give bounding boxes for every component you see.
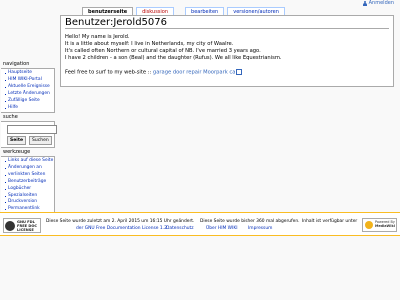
website-link[interactable]: garage door repair Moorpark ca [153, 70, 236, 76]
website-prefix: Feel free to surf to my web-site :: [65, 69, 152, 76]
nav-item-portal[interactable]: HIM WIKI-Portal [5, 77, 52, 84]
gfdl-badge-line: LICENSE [17, 227, 34, 232]
imprint-link[interactable]: Impressum [248, 226, 272, 231]
site-logo[interactable] [0, 0, 58, 58]
paragraph-line: It's called often Northern or cultural c… [65, 48, 261, 54]
main-content: Benutzer:Jerold5076 Hello! My name is Je… [60, 15, 394, 87]
website-line: Feel free to surf to my web-site :: gara… [65, 69, 389, 77]
search-input[interactable] [7, 125, 57, 134]
privacy-link[interactable]: Datenschutz [166, 226, 194, 231]
nav-item-current-events[interactable]: Aktuelle Ereignisse [5, 84, 52, 91]
navigation-heading: navigation [3, 61, 30, 67]
user-icon [362, 0, 367, 6]
gfdl-badge-line: GNU FDL [17, 219, 35, 224]
paragraph-line: I have 2 children - a son (Beal) and the… [65, 55, 282, 61]
tool-related-changes-cont[interactable]: verlinkten Seiten [5, 172, 52, 179]
nav-item-recent-changes[interactable]: Letzte Änderungen [5, 91, 52, 98]
navigation-portlet: navigation Hauptseite HIM WIKI-Portal Ak… [1, 61, 55, 114]
external-link-icon [236, 69, 243, 75]
paragraph-line: It is a little about myself: I live in N… [65, 41, 234, 47]
gnu-logo-icon [5, 220, 15, 231]
search-portlet: suche Seite Suchen [1, 114, 57, 148]
about-link[interactable]: Über HIM WIKI [206, 226, 238, 231]
last-modified: Diese Seite wurde zuletzt am 2. April 20… [46, 219, 195, 224]
search-heading: suche [3, 114, 18, 120]
toolbox-heading: werkzeuge [3, 149, 31, 155]
mediawiki-flower-icon [365, 221, 373, 229]
gfdl-badge[interactable]: GNU FDL FREE DOC LICENSE [3, 218, 41, 233]
page-title: Benutzer:Jerold5076 [65, 17, 389, 29]
tool-contributions[interactable]: Benutzerbeiträge [5, 179, 52, 186]
tool-whatlinkshere[interactable]: Links auf diese Seite [5, 158, 53, 165]
search-button[interactable]: Suchen [29, 136, 52, 145]
tool-logs[interactable]: Logbücher [5, 186, 52, 193]
gfdl-badge-line: FREE DOC [17, 223, 38, 228]
go-button[interactable]: Seite [7, 136, 27, 145]
license-link[interactable]: der GNU Free Documentation License 1.2. [76, 226, 168, 231]
license-text: Inhalt ist verfügbar unter [302, 219, 358, 224]
mediawiki-badge[interactable]: Powered By MediaWiki [362, 218, 397, 232]
mw-badge-line: MediaWiki [375, 224, 395, 228]
nav-item-help[interactable]: Hilfe [5, 105, 52, 112]
tool-related-changes[interactable]: Änderungen an [5, 165, 52, 172]
paragraph-line: Hello! My name is Jerold. [65, 34, 130, 40]
toolbox-portlet: werkzeuge Links auf diese Seite Änderung… [1, 149, 55, 216]
article-body: Hello! My name is Jerold. It is a little… [65, 34, 389, 77]
nav-item-random-page[interactable]: Zufällige Seite [5, 98, 52, 105]
login-link[interactable]: Anmelden [362, 0, 394, 6]
view-count: Diese Seite wurde bisher 360 mal abgeruf… [200, 219, 300, 224]
footer: GNU FDL FREE DOC LICENSE Diese Seite wur… [0, 212, 400, 236]
login-label[interactable]: Anmelden [369, 0, 394, 6]
nav-item-main-page[interactable]: Hauptseite [5, 70, 52, 77]
